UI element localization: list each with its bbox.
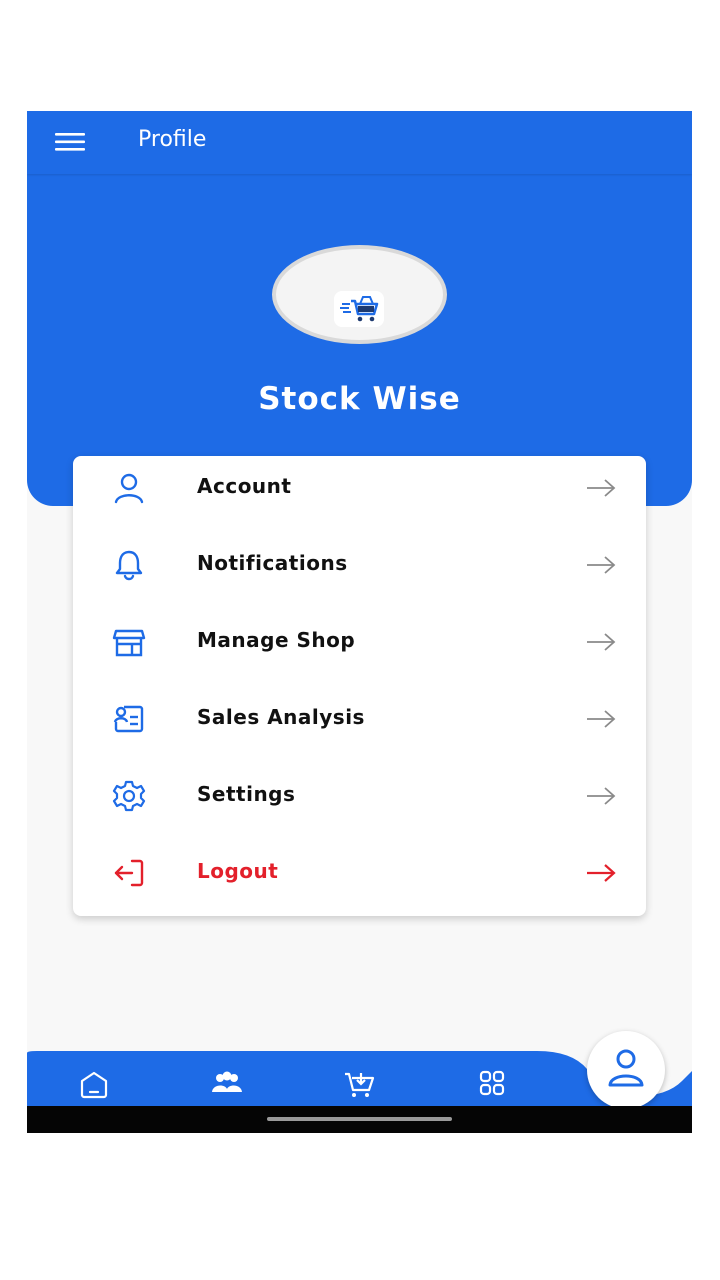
menu-item-notifications[interactable]: Notifications — [73, 533, 646, 609]
shopping-cart-logo-icon — [334, 291, 384, 327]
menu-item-label: Sales Analysis — [197, 705, 365, 729]
app-bar: Profile — [27, 111, 692, 174]
user-icon — [114, 473, 144, 504]
menu-item-logout[interactable]: Logout — [73, 841, 646, 917]
arrow-right-icon — [587, 556, 616, 574]
sales-report-icon — [113, 705, 144, 733]
home-icon[interactable] — [74, 1065, 114, 1101]
arrow-right-icon — [587, 787, 616, 805]
hamburger-menu-icon[interactable] — [53, 130, 87, 154]
menu-item-label: Notifications — [197, 551, 348, 575]
profile-menu-card: Account Notifications Manage Shop Sales … — [73, 456, 646, 916]
arrow-right-icon — [587, 479, 616, 497]
grid-icon[interactable] — [472, 1065, 512, 1101]
page-title: Profile — [138, 127, 207, 152]
menu-item-settings[interactable]: Settings — [73, 764, 646, 840]
menu-item-label: Logout — [197, 859, 279, 883]
menu-item-account[interactable]: Account — [73, 456, 646, 532]
home-indicator[interactable] — [267, 1117, 452, 1121]
shop-icon — [112, 629, 146, 657]
menu-item-label: Settings — [197, 782, 296, 806]
arrow-right-icon — [587, 864, 616, 882]
menu-item-sales-analysis[interactable]: Sales Analysis — [73, 687, 646, 763]
menu-item-manage-shop[interactable]: Manage Shop — [73, 610, 646, 686]
profile-icon — [608, 1049, 644, 1087]
bell-icon — [115, 550, 143, 581]
arrow-right-icon — [587, 710, 616, 728]
arrow-right-icon — [587, 633, 616, 651]
brand-name: Stock Wise — [258, 381, 461, 417]
menu-item-label: Account — [197, 474, 292, 498]
gear-icon — [112, 780, 146, 812]
menu-item-label: Manage Shop — [197, 628, 356, 652]
logout-icon — [114, 859, 144, 887]
cart-icon[interactable] — [339, 1065, 379, 1101]
profile-screen: Profile Stock Wise Account Notifications… — [27, 111, 692, 1133]
profile-tab-button[interactable] — [587, 1031, 665, 1109]
system-navigation-bar — [27, 1106, 692, 1133]
users-icon[interactable] — [207, 1065, 247, 1101]
